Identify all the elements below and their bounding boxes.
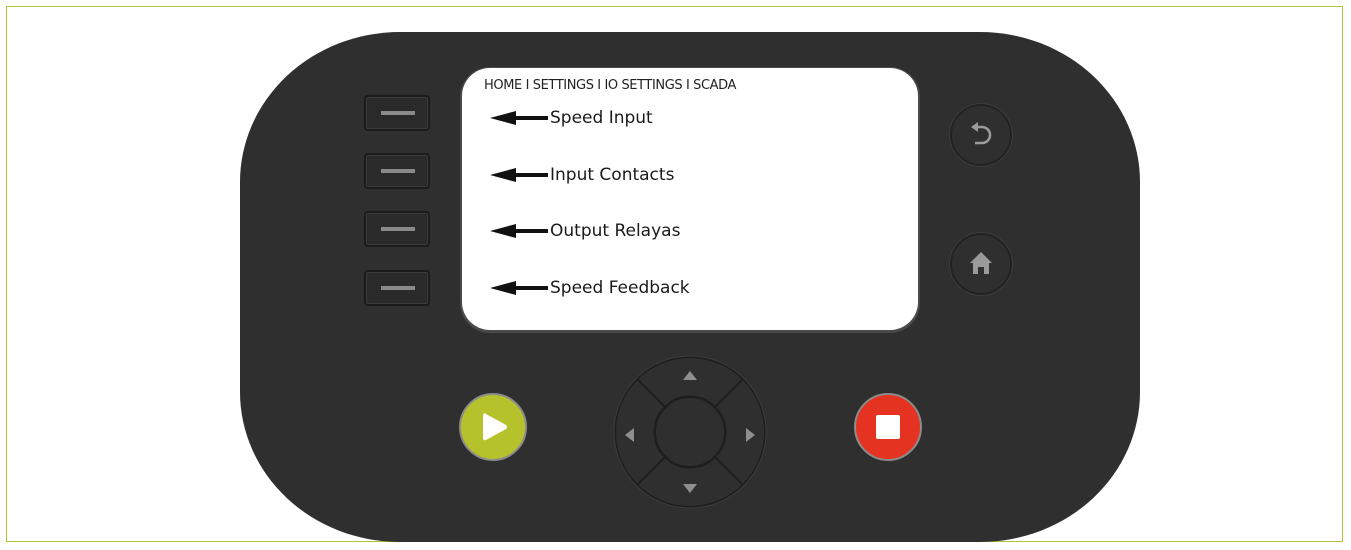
- left-arrow-icon: [490, 224, 548, 238]
- softkey-bar: [381, 111, 415, 115]
- softkey-4[interactable]: [364, 270, 430, 306]
- softkey-2[interactable]: [364, 153, 430, 189]
- menu-item-input-contacts[interactable]: Input Contacts: [490, 160, 890, 190]
- menu-item-label: Speed Feedback: [550, 278, 690, 298]
- home-button[interactable]: [950, 233, 1012, 295]
- display-screen: HOME I SETTINGS I IO SETTINGS I SCADA Sp…: [462, 68, 918, 330]
- stop-icon: [876, 415, 900, 439]
- start-button[interactable]: [459, 393, 527, 461]
- play-icon: [483, 413, 507, 441]
- menu-item-label: Input Contacts: [550, 165, 675, 185]
- left-arrow-icon: [490, 168, 548, 182]
- back-arrow-icon: [971, 122, 992, 145]
- softkey-3[interactable]: [364, 211, 430, 247]
- softkey-1[interactable]: [364, 95, 430, 131]
- home-icon: [970, 252, 992, 274]
- menu-item-output-relayas[interactable]: Output Relayas: [490, 216, 890, 246]
- left-arrow-icon: [490, 281, 548, 295]
- softkey-bar: [381, 169, 415, 173]
- breadcrumb: HOME I SETTINGS I IO SETTINGS I SCADA: [484, 78, 737, 93]
- left-arrow-icon: [490, 111, 548, 125]
- dpad-center-button[interactable]: [654, 396, 726, 468]
- stop-button[interactable]: [854, 393, 922, 461]
- back-button[interactable]: [950, 104, 1012, 166]
- softkey-bar: [381, 227, 415, 231]
- menu-item-label: Speed Input: [550, 108, 653, 128]
- menu-item-label: Output Relayas: [550, 221, 681, 241]
- menu-item-speed-input[interactable]: Speed Input: [490, 103, 890, 133]
- softkey-bar: [381, 286, 415, 290]
- menu-item-speed-feedback[interactable]: Speed Feedback: [490, 273, 890, 303]
- directional-pad: [613, 355, 767, 509]
